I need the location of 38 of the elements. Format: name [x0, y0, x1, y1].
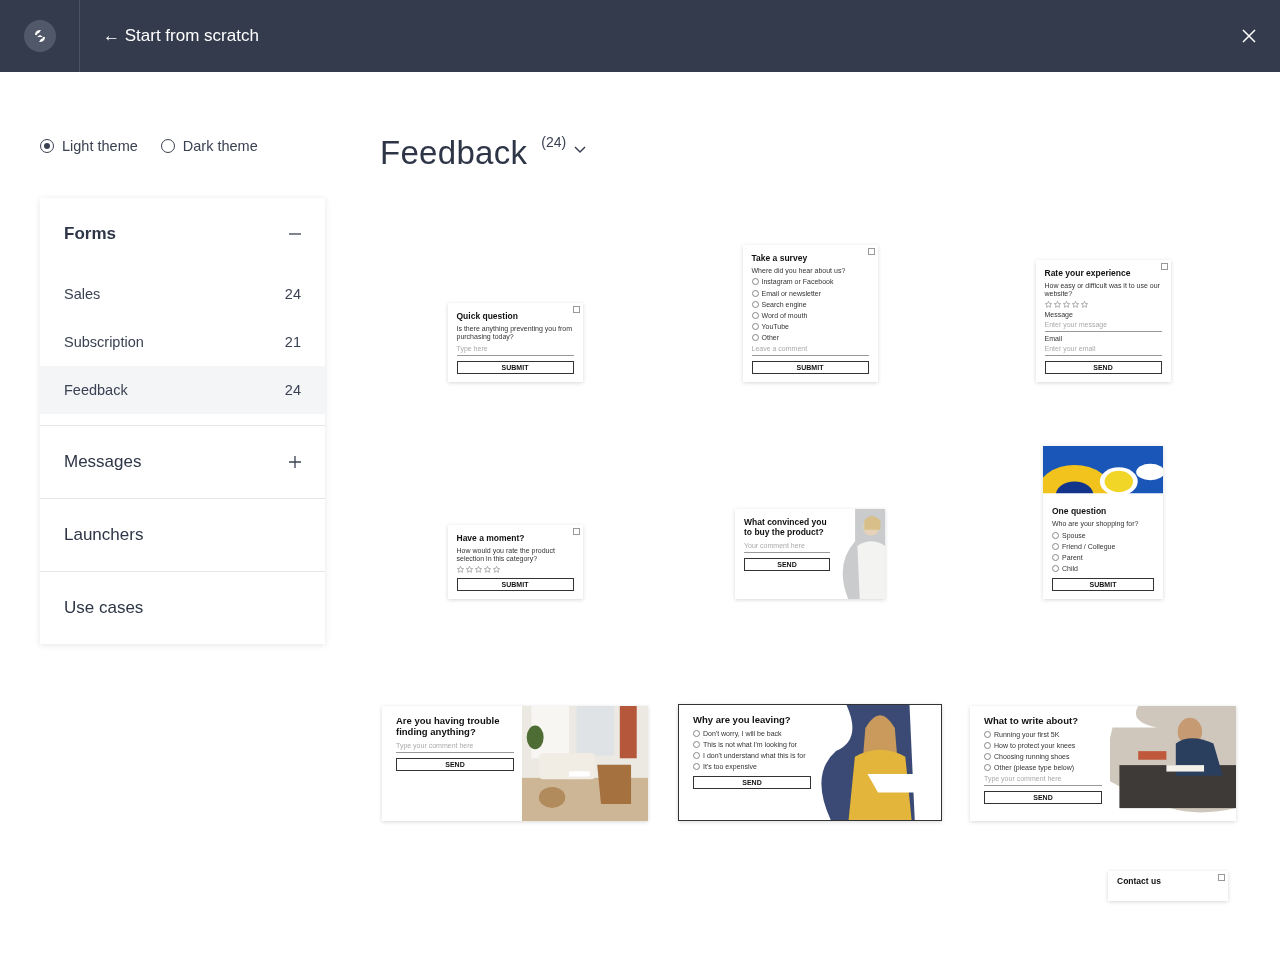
logo: [23, 20, 56, 52]
form-title: Take a survey: [751, 253, 809, 264]
template-card[interactable]: Contact us: [1108, 871, 1228, 901]
category-title[interactable]: Use cases: [64, 598, 144, 618]
item-count: 24: [284, 382, 301, 398]
close-icon: [1160, 262, 1168, 270]
form-title: What convinced you to buy the product?: [744, 518, 828, 538]
form-title: Rate your experience: [1044, 268, 1132, 279]
form-title: Have a moment?: [456, 533, 526, 544]
form-title: One question: [1052, 507, 1108, 517]
item-label: Feedback: [64, 382, 128, 398]
back-link[interactable]: ← Start from scratch: [103, 26, 259, 46]
item-count: 21: [284, 334, 301, 350]
close-button[interactable]: [1242, 29, 1256, 43]
form-title: Why are you leaving?: [693, 715, 792, 726]
theme-radio[interactable]: Light theme: [40, 138, 138, 154]
item-count: 24: [284, 286, 301, 302]
form-title: Contact us: [1117, 877, 1162, 887]
form-title: What to write about?: [984, 716, 1079, 727]
category-item[interactable]: Feedback 24: [40, 366, 325, 414]
close-icon: [572, 527, 580, 535]
template-count: (24): [541, 134, 567, 150]
form-title: Are you having trouble finding anything?: [396, 716, 501, 738]
chevron-down-icon[interactable]: [574, 146, 587, 154]
item-label: Subscription: [64, 334, 144, 350]
close-icon: [572, 305, 580, 313]
category-item[interactable]: Subscription 21: [40, 318, 325, 366]
category-title[interactable]: Forms: [64, 224, 116, 244]
category-item[interactable]: Sales 24: [40, 270, 325, 318]
item-label: Sales: [64, 286, 101, 302]
close-icon: [1218, 874, 1225, 881]
page-title: Feedback: [380, 134, 528, 172]
category-title[interactable]: Launchers: [64, 525, 144, 545]
expand-icon[interactable]: [289, 456, 301, 468]
close-icon: [867, 247, 875, 255]
category-title[interactable]: Messages: [64, 452, 142, 472]
theme-radio[interactable]: Dark theme: [160, 138, 258, 154]
form-title: Quick question: [456, 311, 519, 322]
